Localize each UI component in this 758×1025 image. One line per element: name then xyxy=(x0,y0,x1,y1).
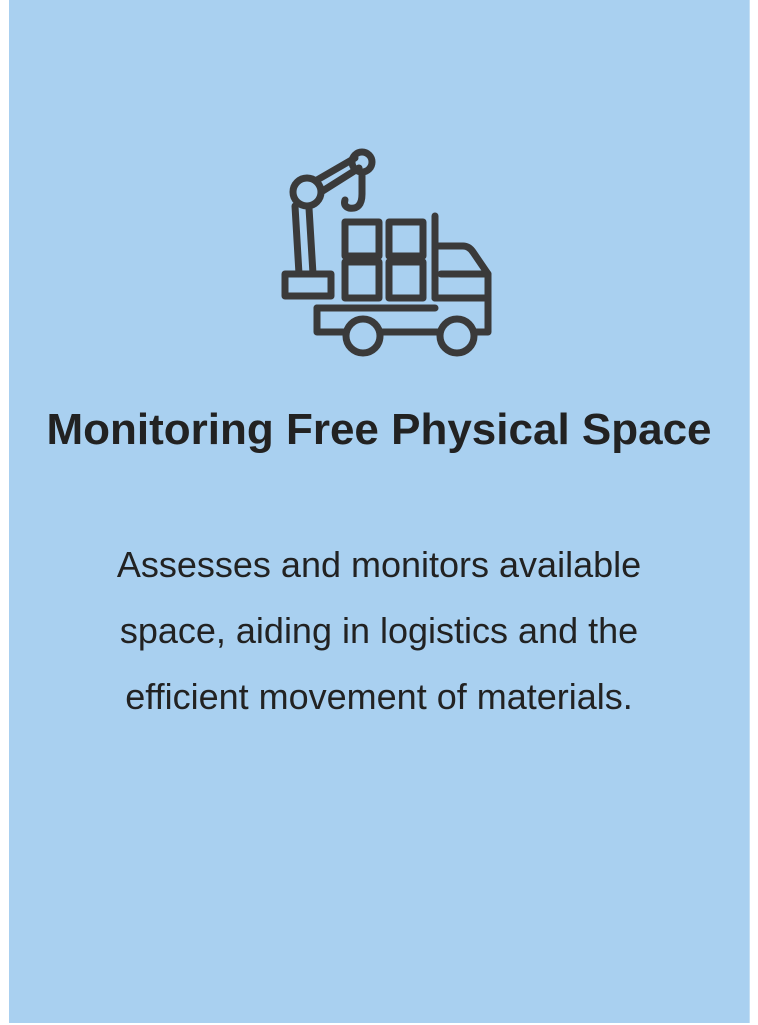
card-title: Monitoring Free Physical Space xyxy=(46,405,712,454)
truck-with-crane-icon xyxy=(275,148,499,362)
feature-card: Monitoring Free Physical Space Assesses … xyxy=(9,0,750,1023)
card-description: Assesses and monitors available space, a… xyxy=(116,544,642,717)
